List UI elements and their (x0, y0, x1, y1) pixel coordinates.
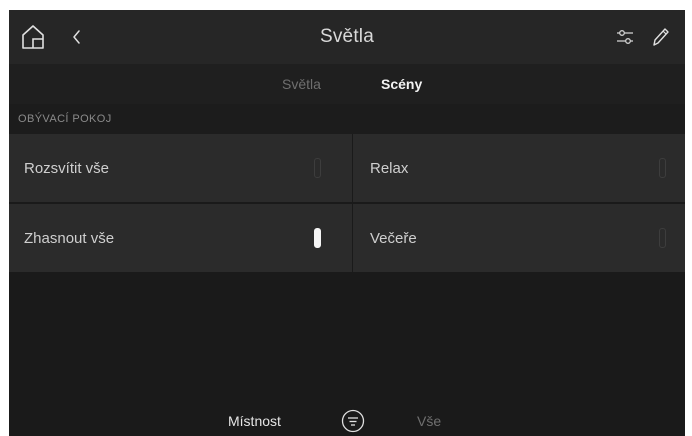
room-filter-button[interactable]: Místnost (228, 406, 281, 436)
bottom-nav: Místnost Vše (9, 406, 685, 436)
scene-label: Rozsvítit vše (24, 159, 110, 177)
scene-tile[interactable]: Rozsvítit vše (9, 134, 352, 202)
filter-icon[interactable] (341, 406, 365, 436)
scene-indicator (659, 158, 666, 178)
tab-bar: Světla Scény (9, 64, 685, 104)
section-header: OBÝVACÍ POKOJ (9, 104, 685, 134)
tab-scenes[interactable]: Scény (381, 64, 422, 104)
scene-indicator (314, 158, 321, 178)
scene-indicator-active (314, 228, 321, 248)
tab-lights[interactable]: Světla (282, 64, 321, 104)
scene-indicator (659, 228, 666, 248)
scene-tile[interactable]: Zhasnout vše (9, 204, 352, 272)
page-title: Světla (319, 26, 374, 47)
home-icon[interactable] (21, 24, 45, 50)
sliders-icon[interactable] (614, 26, 636, 48)
scene-label: Zhasnout vše (24, 229, 115, 247)
lights-screen: Světla Světla Scény OBÝVACÍ POKOJ Rozsví… (9, 10, 685, 436)
scene-label: Večeře (370, 229, 417, 247)
all-filter-button[interactable]: Vše (417, 406, 441, 436)
scene-tile[interactable]: Večeře (353, 204, 685, 272)
top-bar: Světla (9, 10, 685, 64)
chevron-left-icon[interactable] (67, 25, 87, 49)
scene-label: Relax (370, 159, 409, 177)
scene-grid: Rozsvítit vše Relax Zhasnout vše Večeře (9, 134, 685, 272)
scene-tile[interactable]: Relax (353, 134, 685, 202)
pencil-icon[interactable] (649, 25, 671, 49)
